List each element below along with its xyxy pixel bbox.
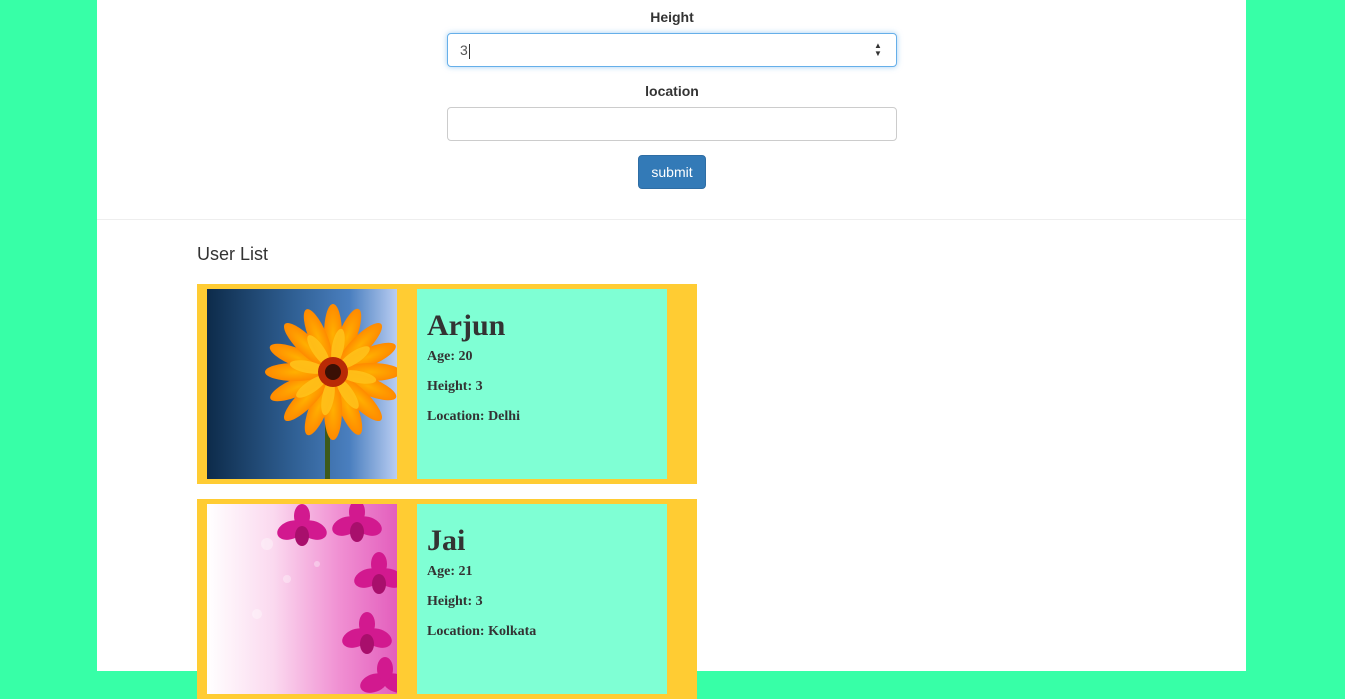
submit-button[interactable]: submit — [638, 155, 706, 189]
location-input[interactable] — [447, 107, 897, 141]
user-height: Height: 3 — [427, 379, 483, 394]
user-name: Arjun — [427, 309, 506, 342]
user-name: Jai — [427, 524, 466, 557]
user-location: Location: Delhi — [427, 409, 520, 424]
location-form-group: location — [447, 81, 897, 141]
user-photo-orchid — [207, 504, 397, 694]
gerbera-flower-image — [207, 289, 397, 479]
text-caret — [468, 43, 470, 59]
user-card: Arjun Age: 20 Height: 3 Location: Delhi — [197, 284, 697, 484]
user-height: Height: 3 — [427, 594, 483, 609]
spinner-down-icon[interactable]: ▼ — [872, 50, 884, 58]
location-label: location — [645, 83, 699, 99]
user-age: Age: 21 — [427, 564, 473, 579]
section-divider — [97, 219, 1246, 220]
height-input[interactable]: 3 ▲ ▼ — [447, 33, 897, 67]
user-location: Location: Kolkata — [427, 624, 537, 639]
main-container: Height 3 ▲ ▼ location submit User List A… — [97, 0, 1246, 699]
user-card: Jai Age: 21 Height: 3 Location: Kolkata — [197, 499, 697, 699]
user-info-panel: Arjun Age: 20 Height: 3 Location: Delhi — [417, 289, 667, 479]
user-photo-gerbera — [207, 289, 397, 479]
user-list-title: User List — [197, 244, 269, 264]
orchid-flower-image — [207, 504, 397, 694]
height-form-group: Height 3 ▲ ▼ — [447, 7, 897, 67]
height-label: Height — [650, 9, 694, 25]
height-input-value: 3 — [460, 42, 468, 58]
user-age: Age: 20 — [427, 349, 473, 364]
user-info-panel: Jai Age: 21 Height: 3 Location: Kolkata — [417, 504, 667, 694]
number-spinner[interactable]: ▲ ▼ — [872, 42, 884, 58]
